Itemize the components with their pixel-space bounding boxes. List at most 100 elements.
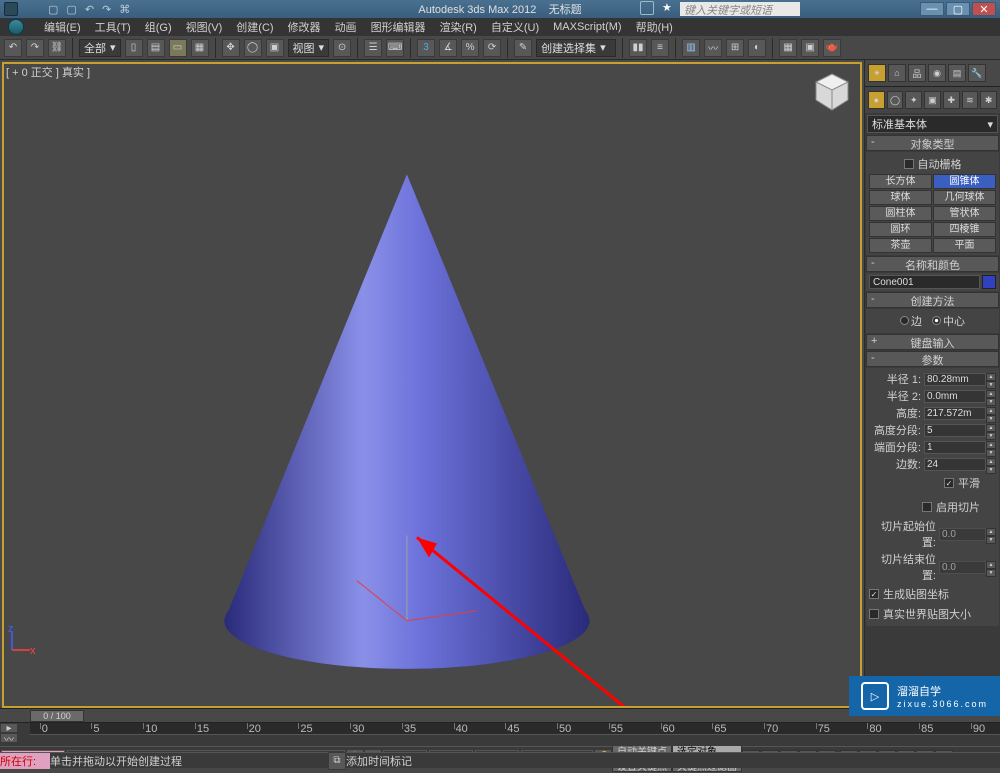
menu-help[interactable]: 帮助(H) <box>636 19 673 35</box>
ref-coord-dropdown[interactable]: 视图 ▾ <box>288 39 330 57</box>
prim-torus[interactable]: 圆环 <box>869 222 932 237</box>
menu-maxscript[interactable]: MAXScript(M) <box>553 21 621 33</box>
qat-undo-icon[interactable]: ↶ <box>85 3 94 16</box>
render-setup-button[interactable]: ▦ <box>779 39 797 57</box>
cone-object[interactable] <box>4 64 860 706</box>
prim-teapot[interactable]: 茶壶 <box>869 238 932 253</box>
object-color-swatch[interactable] <box>982 275 996 289</box>
menu-modifiers[interactable]: 修改器 <box>288 19 321 35</box>
object-name-input[interactable]: Cone001 <box>869 275 980 289</box>
display-tab[interactable]: ▤ <box>948 64 966 82</box>
prim-pyramid[interactable]: 四棱锥 <box>933 222 996 237</box>
create-tab[interactable]: ✴ <box>868 64 886 82</box>
snap-button[interactable]: 3 <box>417 39 435 57</box>
primitive-category-dropdown[interactable]: 标准基本体▾ <box>867 115 998 133</box>
spacewarps-cat-icon[interactable]: ≋ <box>962 91 979 109</box>
info-icon[interactable] <box>640 1 654 15</box>
maximize-button[interactable]: ▢ <box>946 2 970 16</box>
selection-filter-dropdown[interactable]: 全部 ▾ <box>79 39 121 57</box>
systems-cat-icon[interactable]: ✱ <box>980 91 997 109</box>
sides-spinner[interactable]: 24 <box>924 458 986 471</box>
manip-button[interactable]: ☰ <box>364 39 382 57</box>
prim-box[interactable]: 长方体 <box>869 174 932 189</box>
add-time-marker[interactable]: 添加时间标记 <box>346 753 506 769</box>
time-slider-thumb[interactable]: 0 / 100 <box>30 710 84 722</box>
menu-customize[interactable]: 自定义(U) <box>491 19 539 35</box>
geometry-cat-icon[interactable]: ● <box>868 91 885 109</box>
mated-button[interactable]: ◐ <box>748 39 766 57</box>
qat-save-icon[interactable]: ▢ <box>66 3 76 16</box>
keyboard-entry-rollout[interactable]: +键盘输入 <box>866 334 999 350</box>
time-tag-icon[interactable]: ⧉ <box>328 752 346 770</box>
motion-tab[interactable]: ◉ <box>928 64 946 82</box>
viewport-label[interactable]: [ + 0 正交 ] 真实 ] <box>6 64 90 80</box>
edit-selset-button[interactable]: ✎ <box>514 39 532 57</box>
angle-snap-button[interactable]: ∡ <box>439 39 457 57</box>
keyshort-button[interactable]: ⌨ <box>386 39 404 57</box>
link-button[interactable]: ⛓ <box>48 39 66 57</box>
menu-animation[interactable]: 动画 <box>335 19 357 35</box>
schematic-button[interactable]: ⊞ <box>726 39 744 57</box>
pivot-button[interactable]: ⊙ <box>333 39 351 57</box>
star-icon[interactable]: ★ <box>662 1 672 15</box>
menu-graph-editors[interactable]: 图形编辑器 <box>371 19 426 35</box>
height-segs-spinner[interactable]: 5 <box>924 424 986 437</box>
lights-cat-icon[interactable]: ✦ <box>905 91 922 109</box>
radius1-spinner[interactable]: 80.28mm <box>924 373 986 386</box>
prim-tube[interactable]: 管状体 <box>933 206 996 221</box>
viewcube[interactable] <box>810 70 854 114</box>
time-ruler[interactable]: 051015202530354045505560657075808590 <box>30 723 1000 735</box>
curve-editor-button[interactable]: 〰 <box>704 39 722 57</box>
menu-group[interactable]: 组(G) <box>145 19 172 35</box>
app-menu-button[interactable] <box>8 19 24 35</box>
move-button[interactable]: ✥ <box>222 39 240 57</box>
viewport[interactable] <box>2 62 862 708</box>
menu-render[interactable]: 渲染(R) <box>440 19 477 35</box>
render-button[interactable]: 🫖 <box>823 39 841 57</box>
mirror-button[interactable]: ▮▮ <box>629 39 647 57</box>
rotate-button[interactable]: ◯ <box>244 39 262 57</box>
rect-region-button[interactable]: ▭ <box>169 39 187 57</box>
creation-method-rollout[interactable]: -创建方法 <box>866 292 999 308</box>
close-button[interactable]: ✕ <box>972 2 996 16</box>
parameters-rollout[interactable]: -参数 <box>866 351 999 367</box>
prim-sphere[interactable]: 球体 <box>869 190 932 205</box>
layer-button[interactable]: ▥ <box>682 39 700 57</box>
qat-redo-icon[interactable]: ↷ <box>102 3 111 16</box>
autogrid-checkbox[interactable] <box>904 159 914 169</box>
gen-map-checkbox[interactable] <box>869 589 879 599</box>
select-by-name-button[interactable]: ▤ <box>147 39 165 57</box>
name-color-rollout[interactable]: -名称和颜色 <box>866 256 999 272</box>
mini-curve-icon[interactable]: 〰 <box>0 733 18 743</box>
prim-geosphere[interactable]: 几何球体 <box>933 190 996 205</box>
object-types-rollout[interactable]: -对象类型 <box>866 135 999 151</box>
redo-button[interactable]: ↷ <box>26 39 44 57</box>
qat-chain-icon[interactable]: ⌘ <box>119 3 130 16</box>
prim-cylinder[interactable]: 圆柱体 <box>869 206 932 221</box>
utilities-tab[interactable]: 🔧 <box>968 64 986 82</box>
method-center-radio[interactable] <box>932 316 941 325</box>
minimize-button[interactable]: — <box>920 2 944 16</box>
undo-button[interactable]: ↶ <box>4 39 22 57</box>
helpers-cat-icon[interactable]: ✚ <box>943 91 960 109</box>
menu-tools[interactable]: 工具(T) <box>95 19 131 35</box>
spinner-snap-button[interactable]: ⟳ <box>483 39 501 57</box>
hierarchy-tab[interactable]: 品 <box>908 64 926 82</box>
radius2-spinner[interactable]: 0.0mm <box>924 390 986 403</box>
select-button[interactable]: ▯ <box>125 39 143 57</box>
slice-on-checkbox[interactable] <box>922 502 932 512</box>
height-spinner[interactable]: 217.572m <box>924 407 986 420</box>
render-frame-button[interactable]: ▣ <box>801 39 819 57</box>
shapes-cat-icon[interactable]: ◯ <box>887 91 904 109</box>
menu-create[interactable]: 创建(C) <box>236 19 273 35</box>
help-search-input[interactable]: 键入关键字或短语 <box>680 2 800 16</box>
scale-button[interactable]: ▣ <box>266 39 284 57</box>
percent-snap-button[interactable]: % <box>461 39 479 57</box>
smooth-checkbox[interactable] <box>944 478 954 488</box>
prim-cone[interactable]: 圆锥体 <box>933 174 996 189</box>
align-button[interactable]: ≡ <box>651 39 669 57</box>
prim-plane[interactable]: 平面 <box>933 238 996 253</box>
method-edge-radio[interactable] <box>900 316 909 325</box>
modify-tab[interactable]: ⌂ <box>888 64 906 82</box>
named-selset-dropdown[interactable]: 创建选择集 ▾ <box>536 39 616 57</box>
